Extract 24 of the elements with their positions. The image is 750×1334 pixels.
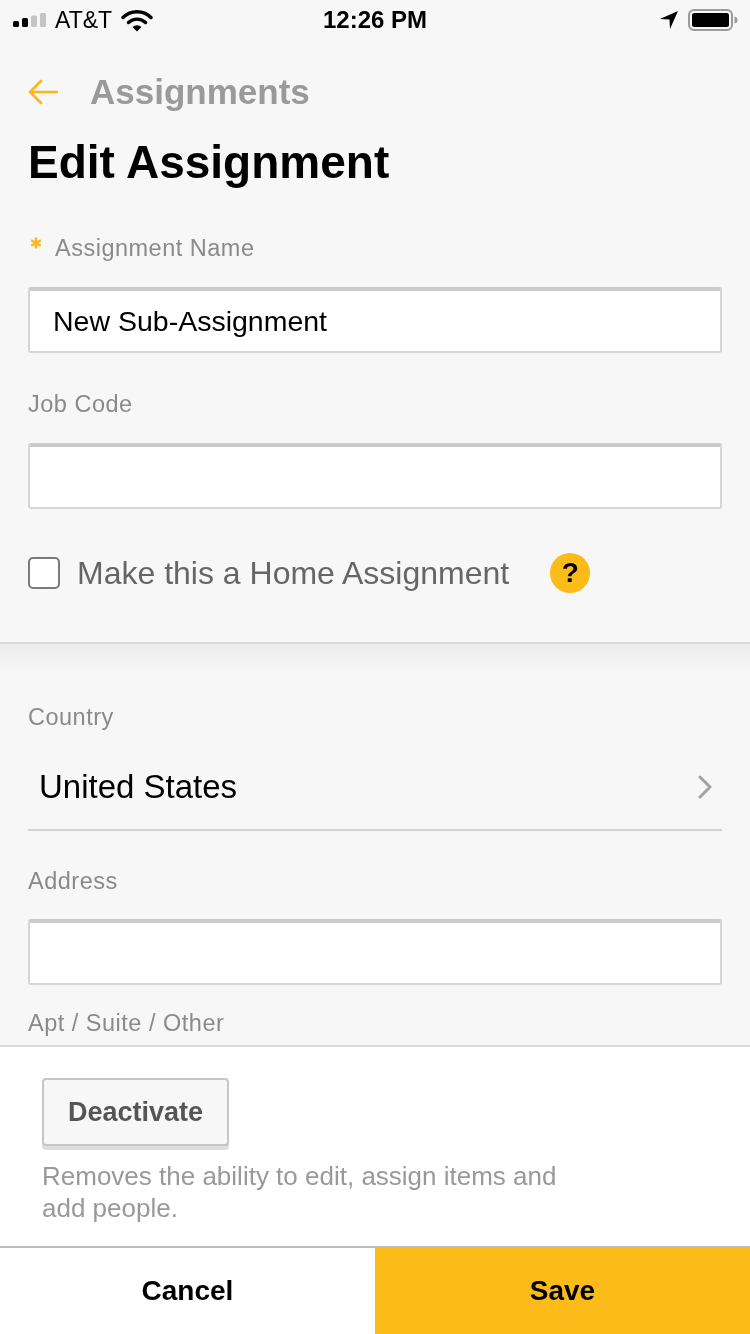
field-label: Job Code bbox=[28, 390, 133, 418]
chevron-right-icon bbox=[698, 775, 712, 799]
signal-icon bbox=[13, 13, 46, 27]
wifi-icon bbox=[121, 8, 154, 32]
field-label: Assignment Name bbox=[55, 234, 255, 262]
help-button[interactable]: ? bbox=[550, 553, 591, 593]
back-arrow-icon[interactable] bbox=[28, 79, 58, 105]
field-label: Country bbox=[28, 703, 114, 731]
input-field[interactable] bbox=[28, 443, 722, 509]
checkbox[interactable] bbox=[28, 557, 60, 589]
cancel-button[interactable]: Cancel bbox=[0, 1248, 375, 1334]
input-field[interactable]: New Sub-Assignment bbox=[28, 287, 722, 353]
input-field[interactable] bbox=[28, 919, 722, 985]
deactivate-description: Removes the ability to edit, assign items and add people. bbox=[42, 1160, 558, 1224]
field-label: Address bbox=[28, 867, 118, 895]
country-select[interactable]: United States bbox=[28, 745, 722, 831]
checkbox-label[interactable]: Make this a Home Assignment bbox=[77, 554, 510, 592]
battery-icon bbox=[688, 9, 738, 31]
save-button[interactable]: Save bbox=[375, 1248, 750, 1334]
page-title: Edit Assignment bbox=[28, 136, 390, 188]
carrier-name: AT&T bbox=[55, 6, 113, 34]
status-time: 12:26 PM bbox=[322, 6, 428, 34]
location-arrow-icon bbox=[660, 11, 678, 29]
field-label: Apt / Suite / Other bbox=[28, 1009, 225, 1037]
